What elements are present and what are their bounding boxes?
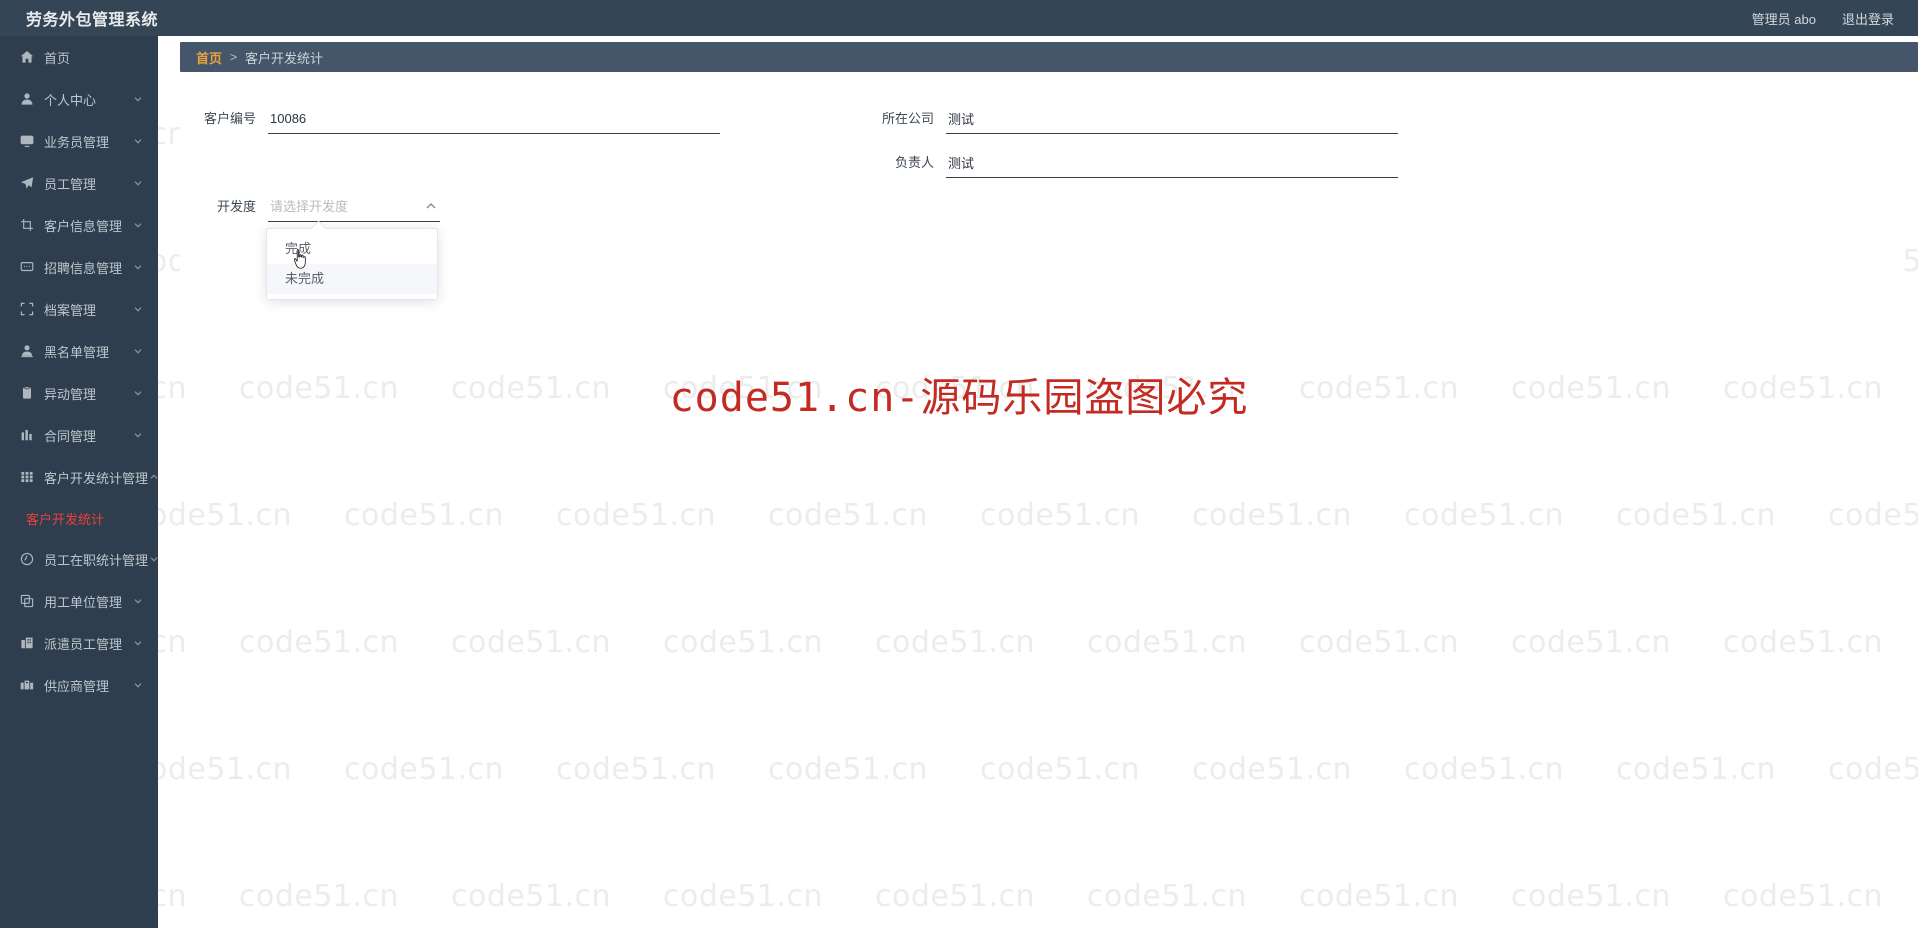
chevron-down-icon <box>132 637 144 649</box>
chevron-down-icon <box>132 177 144 189</box>
sidebar-item-label: 业务员管理 <box>44 134 110 150</box>
customer-no-label: 客户编号 <box>203 111 256 126</box>
monitor-icon <box>18 133 36 149</box>
chevron-down-icon <box>132 345 144 357</box>
app-brand: 劳务外包管理系统 <box>26 12 159 29</box>
app-root: code51.cn code51.cn code51.cn code51.cn code… <box>0 0 1918 928</box>
company-label: 所在公司 <box>881 111 934 126</box>
chevron-down-icon <box>132 219 144 231</box>
chevron-down-icon <box>132 595 144 607</box>
field-company: 所在公司 <box>872 104 1398 134</box>
scan-icon <box>18 301 36 317</box>
dropdown-option-0[interactable]: 完成 <box>267 234 437 264</box>
chevron-down-icon <box>132 261 144 273</box>
form-row-3: 开发度 请选择开发度 完成 未完成 <box>180 186 1903 300</box>
office-icon <box>18 635 36 651</box>
sidebar-item-label: 招聘信息管理 <box>44 260 123 276</box>
sidebar-item-label: 客户开发统计管理 <box>44 470 149 486</box>
person-icon <box>18 343 36 359</box>
supplier-icon <box>18 677 36 693</box>
owner-label: 负责人 <box>894 155 934 170</box>
sidebar-item-7[interactable]: 黑名单管理 <box>0 330 158 372</box>
sidebar-item-4[interactable]: 客户信息管理 <box>0 204 158 246</box>
field-development: 开发度 请选择开发度 完成 未完成 <box>194 192 440 300</box>
main-content: 首页 > 客户开发统计 客户编号 所在公司 <box>158 36 1918 928</box>
crop-icon <box>18 217 36 233</box>
chat-icon <box>18 259 36 275</box>
development-select[interactable]: 请选择开发度 完成 未完成 <box>266 192 440 300</box>
sidebar-item-label: 合同管理 <box>44 428 97 444</box>
sidebar-item-11[interactable]: 员工在职统计管理 <box>0 538 158 580</box>
sidebar-item-label: 员工在职统计管理 <box>44 552 149 568</box>
form-row-1: 客户编号 所在公司 <box>180 98 1903 142</box>
document-icon <box>18 385 36 401</box>
logout-button[interactable]: 退出登录 <box>1842 9 1894 28</box>
chevron-down-icon <box>132 135 144 147</box>
bar-chart-icon <box>18 427 36 443</box>
clock-icon <box>18 551 36 567</box>
sidebar-item-12[interactable]: 用工单位管理 <box>0 580 158 622</box>
sidebar-item-label: 派遣员工管理 <box>44 636 123 652</box>
header-right: 管理员 abo 退出登录 <box>1752 9 1918 28</box>
chevron-up-icon <box>424 199 438 213</box>
current-user-label: 管理员 abo <box>1751 11 1816 27</box>
sidebar-nav[interactable]: 首页个人中心业务员管理员工管理客户信息管理 招聘信息管理 档案管理黑名单管理异动管理… <box>0 36 158 928</box>
chevron-down-icon <box>132 387 144 399</box>
sidebar-item-3[interactable]: 员工管理 <box>0 162 158 204</box>
sidebar-item-label: 客户信息管理 <box>44 218 123 234</box>
sidebar-item-label: 首页 <box>44 50 71 66</box>
breadcrumb-separator: > <box>230 50 238 64</box>
home-icon <box>18 49 36 65</box>
sidebar-subitem-active[interactable]: 客户开发统计 <box>0 498 158 538</box>
sidebar-item-10[interactable]: 客户开发统计管理 <box>0 456 158 498</box>
owner-control <box>946 148 1398 178</box>
copy-icon <box>18 593 36 609</box>
field-customer-no: 客户编号 <box>194 104 720 134</box>
sidebar-item-label: 供应商管理 <box>44 678 110 694</box>
field-owner: 负责人 <box>872 148 1398 178</box>
chevron-down-icon <box>132 679 144 691</box>
sidebar-item-1[interactable]: 个人中心 <box>0 78 158 120</box>
breadcrumb-home[interactable]: 首页 <box>196 48 222 67</box>
search-panel: 客户编号 所在公司 负责人 <box>180 80 1903 300</box>
sidebar-item-label: 个人中心 <box>44 92 97 108</box>
breadcrumb: 首页 > 客户开发统计 <box>180 42 1918 72</box>
sidebar-item-9[interactable]: 合同管理 <box>0 414 158 456</box>
sidebar-item-13[interactable]: 派遣员工管理 <box>0 622 158 664</box>
sidebar-item-label: 异动管理 <box>44 386 97 402</box>
user-icon <box>18 91 36 107</box>
sidebar-item-label: 员工管理 <box>44 176 97 192</box>
chevron-up-icon <box>148 471 158 483</box>
grid-icon <box>18 469 36 485</box>
form-row-2: 负责人 <box>180 142 1903 186</box>
company-control <box>946 104 1398 134</box>
sidebar-item-2[interactable]: 业务员管理 <box>0 120 158 162</box>
customer-no-input[interactable] <box>268 104 720 133</box>
sidebar-item-14[interactable]: 供应商管理 <box>0 664 158 706</box>
owner-input[interactable] <box>946 148 1398 177</box>
sidebar-item-6[interactable]: 档案管理 <box>0 288 158 330</box>
top-header: 劳务外包管理系统 管理员 abo 退出登录 <box>0 0 1918 36</box>
chevron-down-icon <box>132 303 144 315</box>
chevron-down-icon <box>148 553 158 565</box>
sidebar-item-0[interactable]: 首页 <box>0 36 158 78</box>
development-dropdown[interactable]: 完成 未完成 <box>266 228 438 300</box>
sidebar-item-5[interactable]: 招聘信息管理 <box>0 246 158 288</box>
dropdown-option-1[interactable]: 未完成 <box>267 264 437 294</box>
sidebar-item-label: 黑名单管理 <box>44 344 110 360</box>
customer-no-control <box>268 104 720 134</box>
sidebar-item-8[interactable]: 异动管理 <box>0 372 158 414</box>
sidebar-item-label: 档案管理 <box>44 302 97 318</box>
breadcrumb-current: 客户开发统计 <box>245 50 324 66</box>
send-icon <box>18 175 36 191</box>
chevron-down-icon <box>132 93 144 105</box>
chevron-down-icon <box>132 429 144 441</box>
company-input[interactable] <box>946 104 1398 133</box>
development-select-value: 请选择开发度 <box>270 199 349 214</box>
sidebar-item-label: 用工单位管理 <box>44 594 123 610</box>
development-label: 开发度 <box>216 199 256 214</box>
